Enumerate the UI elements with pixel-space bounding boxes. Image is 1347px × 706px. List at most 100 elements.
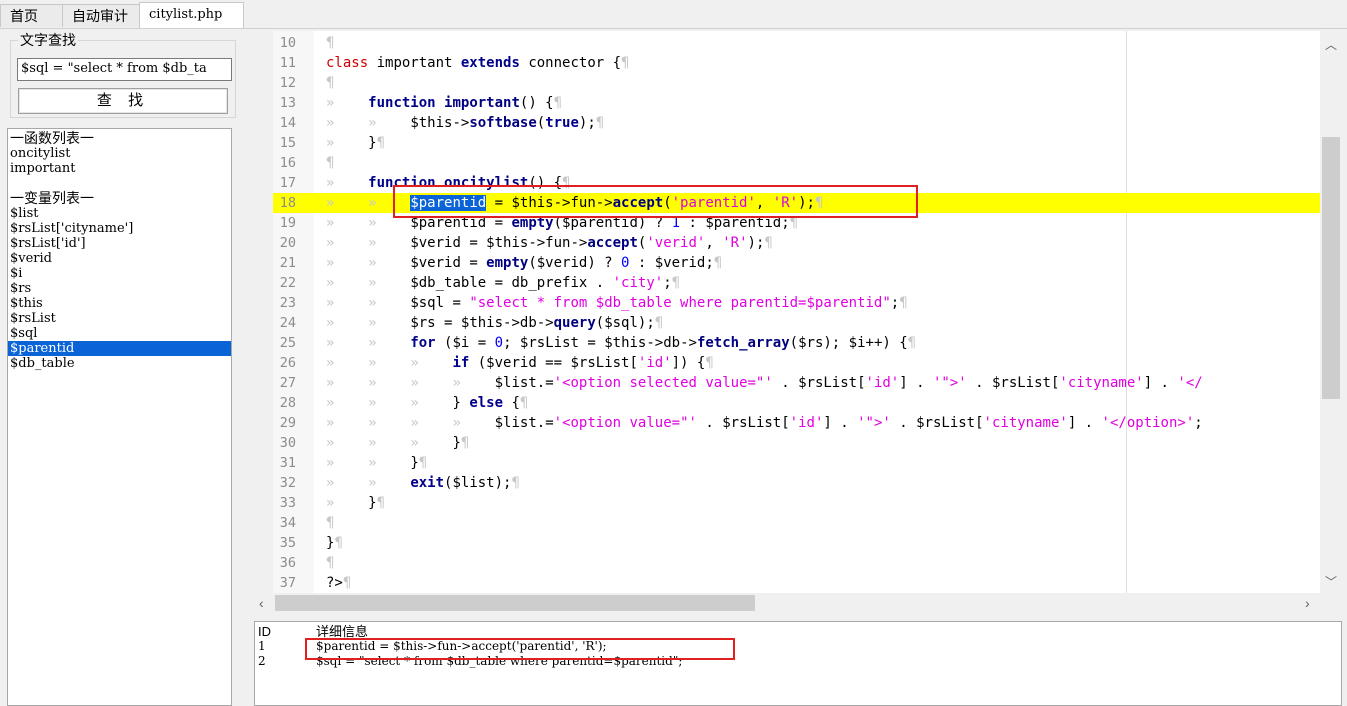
code-line: 15» }¶ xyxy=(273,133,1320,153)
line-number: 18 xyxy=(279,195,296,211)
code-line: 25» » for ($i = 0; $rsList = $this->db->… xyxy=(273,333,1320,353)
function-item[interactable]: oncitylist xyxy=(8,146,231,161)
search-input[interactable]: $sql = "select * from $db_ta xyxy=(17,58,232,81)
code-token: 'cityname' xyxy=(983,415,1068,431)
code-token: ($sql); xyxy=(595,315,655,331)
annotation-box xyxy=(393,185,918,218)
code-line: 13» function important() {¶ xyxy=(273,93,1320,113)
variable-item[interactable]: $verid xyxy=(8,251,231,266)
variable-item[interactable]: $rsList xyxy=(8,311,231,326)
code-token: $db_table = db_prefix . xyxy=(410,275,613,291)
variable-item[interactable]: $rsList['id'] xyxy=(8,236,231,251)
tab-citylist[interactable]: citylist.php xyxy=(139,2,244,28)
code-token: $rs = $this->db-> xyxy=(410,315,554,331)
code-token: 'verid' xyxy=(646,235,706,251)
code-token: important xyxy=(368,55,461,71)
line-number: 24 xyxy=(279,315,296,331)
code-token: ($verid == $rsList[ xyxy=(469,355,638,371)
tab-label: 自动审计 xyxy=(72,8,128,24)
variable-item[interactable]: $db_table xyxy=(8,356,231,371)
line-number: 26 xyxy=(279,355,296,371)
scroll-right-icon[interactable]: › xyxy=(1305,595,1310,611)
code-token: if xyxy=(452,355,470,371)
variable-item-selected[interactable]: $parentid xyxy=(8,341,231,356)
variable-item[interactable]: $list xyxy=(8,206,231,221)
code-line: 33» }¶ xyxy=(273,493,1320,513)
function-item[interactable]: important xyxy=(8,161,231,176)
code-token: '<option selected value="' xyxy=(553,375,773,391)
variable-item[interactable]: $rsList['cityname'] xyxy=(8,221,231,236)
variable-item[interactable]: $sql xyxy=(8,326,231,341)
variable-item[interactable]: $i xyxy=(8,266,231,281)
code-token: '<option value="' xyxy=(553,415,697,431)
code-token: accept xyxy=(587,235,638,251)
code-line: 14» » $this->softbase(true);¶ xyxy=(273,113,1320,133)
code-token: ); xyxy=(578,115,596,131)
line-number: 22 xyxy=(279,275,296,291)
code-token: true xyxy=(545,115,579,131)
code-line: 24» » $rs = $this->db->query($sql);¶ xyxy=(273,313,1320,333)
code-token: 'id' xyxy=(865,375,900,391)
code-token: 'city' xyxy=(612,275,664,291)
code-token: $list.= xyxy=(494,415,554,431)
line-number: 32 xyxy=(279,475,296,491)
code-token: $this-> xyxy=(410,115,470,131)
line-number: 28 xyxy=(279,395,296,411)
code-token: ( xyxy=(536,115,546,131)
code-token: ($list); xyxy=(444,475,512,491)
column-header-id: ID xyxy=(258,624,271,639)
tab-label: 首页 xyxy=(10,8,38,24)
code-line: 22» » $db_table = db_prefix . 'city';¶ xyxy=(273,273,1320,293)
symbol-list[interactable]: 一函数列表一 oncitylist important 一变量列表一 $list… xyxy=(7,128,232,706)
line-number: 29 xyxy=(279,415,296,431)
code-token: 'id' xyxy=(637,355,672,371)
code-token: fetch_array xyxy=(696,335,790,351)
scroll-down-icon[interactable]: ﹀ xyxy=(1325,573,1337,590)
code-token: ; xyxy=(890,295,900,311)
code-token: ; xyxy=(1194,415,1203,431)
code-token: $verid = $this->fun-> xyxy=(410,235,588,251)
code-token: softbase xyxy=(469,115,537,131)
line-number: 30 xyxy=(279,435,296,451)
line-number: 37 xyxy=(279,575,296,591)
code-token: 'id' xyxy=(789,415,824,431)
code-token: empty xyxy=(486,255,529,271)
code-line: 23» » $sql = "select * from $db_table wh… xyxy=(273,293,1320,313)
line-number: 23 xyxy=(279,295,296,311)
code-token: '</option>' xyxy=(1101,415,1195,431)
vertical-scroll-thumb[interactable] xyxy=(1322,137,1340,399)
horizontal-scroll-thumb[interactable] xyxy=(275,595,755,611)
functions-header: 一函数列表一 xyxy=(10,130,94,146)
code-token: : $verid; xyxy=(629,255,714,271)
code-token: '">' xyxy=(932,375,967,391)
variable-item[interactable]: $rs xyxy=(8,281,231,296)
code-editor[interactable]: 10 ¶ 11 class important extends connector … xyxy=(273,31,1320,593)
code-line: 30» » » }¶ xyxy=(273,433,1320,453)
tab-auto-audit[interactable]: 自动审计 xyxy=(62,4,140,27)
code-token: class xyxy=(326,55,369,71)
tab-bar: 首页 自动审计 citylist.php xyxy=(0,0,1347,29)
code-token: else xyxy=(469,395,504,411)
code-token: for xyxy=(410,335,436,351)
code-token: connector { xyxy=(519,55,622,71)
code-line: 29» » » » $list.='<option value="' . $rs… xyxy=(273,413,1320,433)
code-line: 20» » $verid = $this->fun->accept('verid… xyxy=(273,233,1320,253)
search-button[interactable]: 查 找 xyxy=(18,88,228,114)
code-token: "select * from $db_table where parentid=… xyxy=(469,295,891,311)
code-token: extends xyxy=(460,55,520,71)
line-number: 21 xyxy=(279,255,296,271)
code-line: 21» » $verid = empty($verid) ? 0 : $veri… xyxy=(273,253,1320,273)
code-token: ] . xyxy=(899,375,933,391)
code-line: 32» » exit($list);¶ xyxy=(273,473,1320,493)
line-number: 15 xyxy=(279,135,296,151)
code-token: . $rsList[ xyxy=(772,375,866,391)
tab-home[interactable]: 首页 xyxy=(0,4,63,27)
details-panel: ID 详细信息 1 $parentid = $this->fun->accept… xyxy=(254,621,1342,706)
code-line: 36 ¶ xyxy=(273,553,1320,573)
code-line: 12 ¶ xyxy=(273,73,1320,93)
line-number: 25 xyxy=(279,335,296,351)
scroll-left-icon[interactable]: ‹ xyxy=(259,595,264,611)
scroll-up-icon[interactable]: ︿ xyxy=(1325,36,1337,53)
code-token: ?> xyxy=(326,575,343,591)
variable-item[interactable]: $this xyxy=(8,296,231,311)
